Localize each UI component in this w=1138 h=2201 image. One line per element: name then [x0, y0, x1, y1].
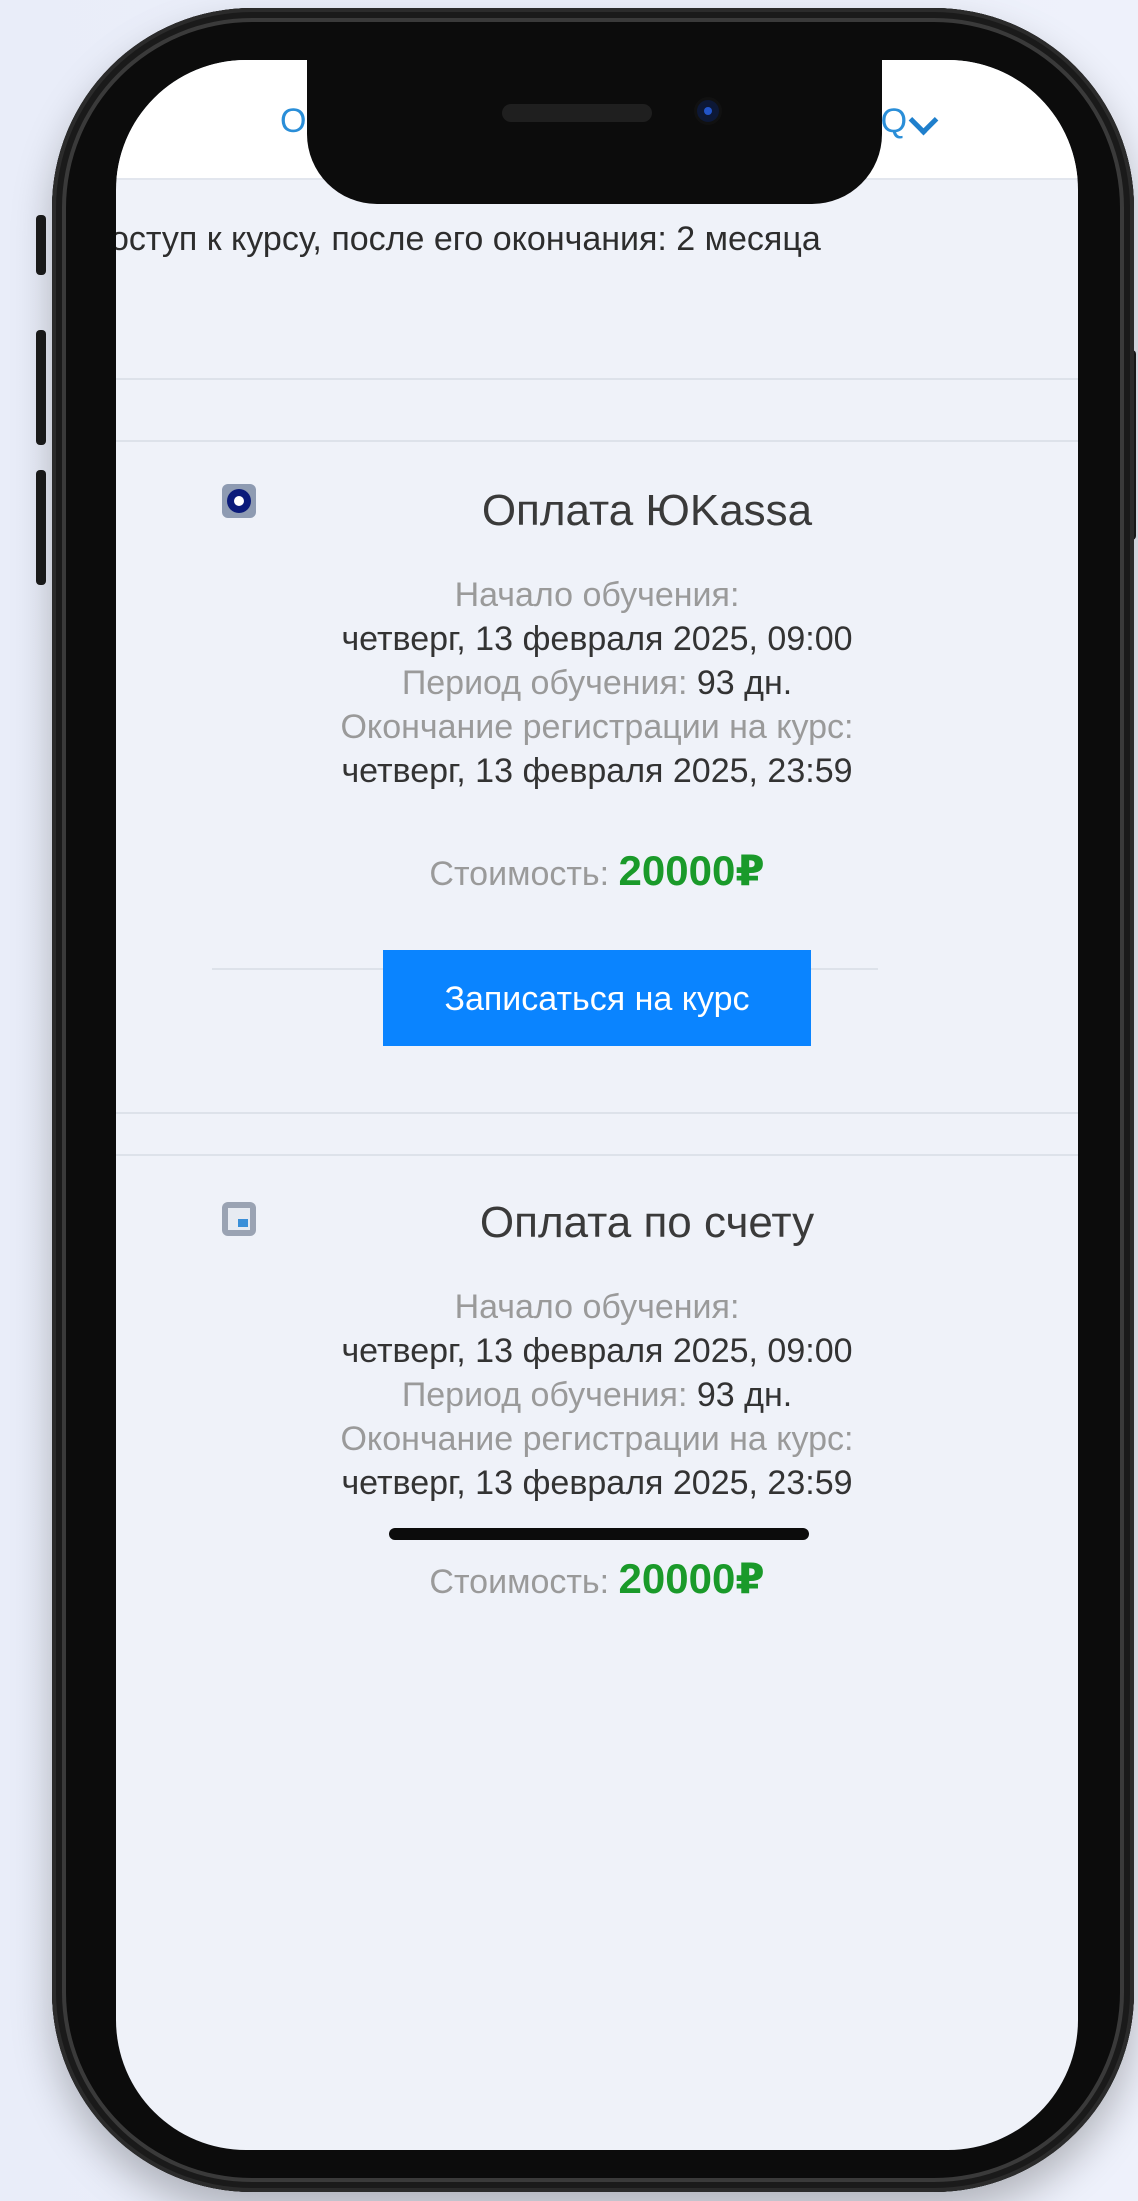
start-label: Начало обучения:: [454, 1288, 740, 1326]
period-value: 93 дн.: [696, 664, 793, 702]
start-value: четверг, 13 февраля 2025, 09:00: [341, 620, 853, 658]
registration-end-value: четверг, 13 февраля 2025, 23:59: [341, 752, 853, 790]
card-title: Оплата ЮKassa: [481, 486, 813, 535]
card-title: Оплата по счету: [479, 1198, 815, 1247]
period-row: Период обучения: 93 дн.: [116, 1376, 1078, 1415]
price-value: 20000₽: [618, 1555, 765, 1602]
price-row: Стоимость: 20000₽: [116, 1554, 1078, 1603]
period-row: Период обучения: 93 дн.: [116, 664, 1078, 703]
front-camera: [697, 100, 719, 122]
phone-screen: Обр AQ оступ к курсу, после его окончани…: [116, 60, 1078, 2150]
registration-end-label: Окончание регистрации на курс:: [340, 1420, 854, 1458]
stage-background: Обр AQ оступ к курсу, после его окончани…: [0, 0, 1138, 2201]
registration-end-value: четверг, 13 февраля 2025, 23:59: [341, 1464, 853, 1502]
period-label: Период обучения:: [401, 1376, 688, 1414]
home-indicator[interactable]: [389, 1528, 809, 1540]
registration-end-label: Окончание регистрации на курс:: [340, 708, 854, 746]
chevron-down-icon[interactable]: [908, 105, 939, 136]
speaker-grille: [502, 104, 652, 122]
section-divider: [116, 1112, 1078, 1114]
section-divider: [116, 1154, 1078, 1156]
price-label: Стоимость:: [429, 855, 610, 893]
volume-down-button: [36, 470, 46, 585]
period-label: Период обучения:: [401, 664, 688, 702]
access-duration-text: оступ к курсу, после его окончания: 2 ме…: [116, 220, 821, 258]
phone-notch: [307, 60, 882, 204]
mute-switch: [36, 215, 46, 275]
start-value: четверг, 13 февраля 2025, 09:00: [341, 1332, 853, 1370]
enroll-button[interactable]: Записаться на курс: [383, 950, 811, 1046]
start-label: Начало обучения:: [454, 576, 740, 614]
section-divider: [116, 378, 1078, 380]
volume-up-button: [36, 330, 46, 445]
price-label: Стоимость:: [429, 1563, 610, 1601]
price-value: 20000₽: [618, 847, 765, 894]
price-row: Стоимость: 20000₽: [116, 846, 1078, 895]
section-divider: [116, 440, 1078, 442]
period-value: 93 дн.: [696, 1376, 793, 1414]
